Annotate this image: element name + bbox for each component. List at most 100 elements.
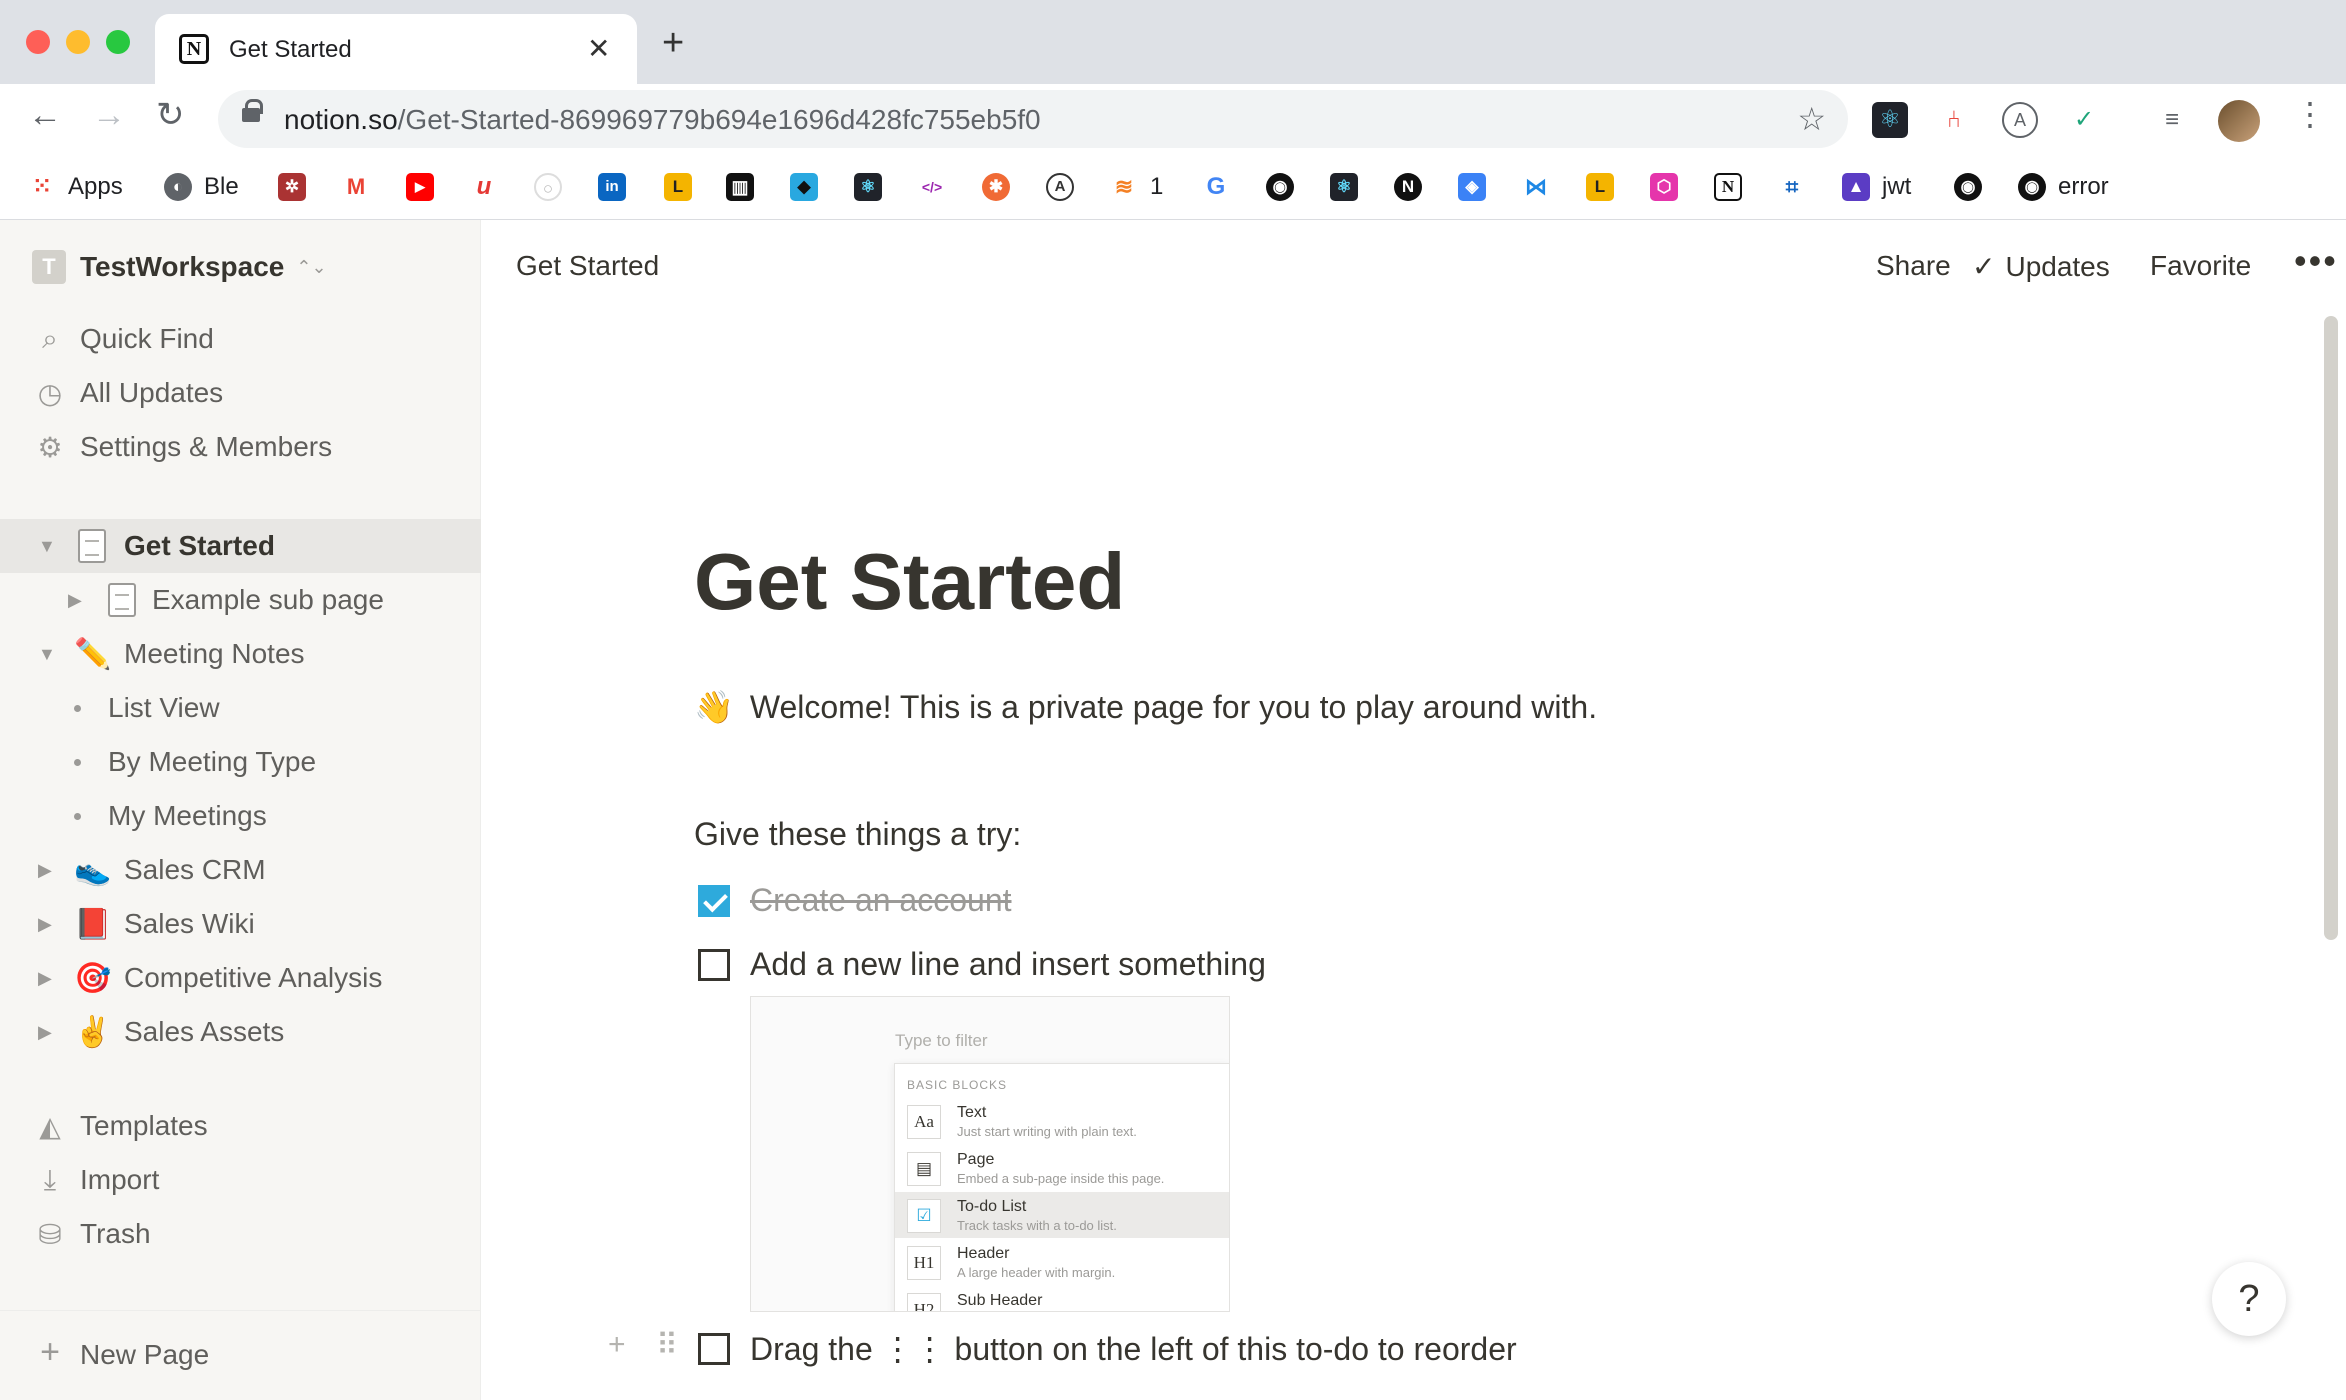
settings-item[interactable]: ⚙ Settings & Members [0,420,481,474]
all-updates-item[interactable]: ◷ All Updates [0,366,481,420]
bookmark-mui[interactable]: ⋈ [1522,170,1562,204]
sidebar-item-label: My Meetings [108,800,267,831]
sidebar-item-example-sub-page[interactable]: ▶ Example sub page [0,573,481,627]
bookmark-code[interactable]: </> [918,170,958,204]
more-options-icon[interactable]: ••• [2294,240,2338,282]
forward-icon[interactable]: → [92,98,126,132]
quick-find-item[interactable]: ⌕ Quick Find [0,312,481,366]
bookmark-react[interactable]: ⚛ [854,170,894,204]
sidebar-item-sales-crm[interactable]: ▶ 👟 Sales CRM [0,843,481,897]
bookmark-cube[interactable]: ◈ [1458,170,1498,204]
bookmark-1[interactable]: ✲ [278,170,318,204]
sidebar-item-sales-assets[interactable]: ▶ ✌️ Sales Assets [0,1005,481,1059]
trash-item[interactable]: ⛁ Trash [0,1207,481,1261]
bookmark-graphql[interactable]: ⬡ [1650,170,1690,204]
scrollbar[interactable] [2324,316,2338,940]
bookmark-trello[interactable]: ▥ [726,170,766,204]
sidebar-item-by-meeting-type[interactable]: By Meeting Type [0,735,481,789]
bookmark-next[interactable]: N [1394,170,1434,204]
import-item[interactable]: ⤓ Import [0,1153,481,1207]
sidebar-item-meeting-notes[interactable]: ▼ ✏️ Meeting Notes [0,627,481,681]
todo-checkbox[interactable] [698,948,730,981]
toggle-closed-icon[interactable]: ▶ [38,860,52,881]
favorite-button[interactable]: Favorite [2150,250,2251,282]
bookmark-star-icon[interactable]: ☆ [1797,100,1826,138]
trash-label: Trash [80,1218,151,1249]
apps-grid-icon: ⁙ [28,173,56,201]
sidebar-item-label: Meeting Notes [124,638,305,669]
share-button[interactable]: Share [1876,250,1951,282]
todo-text[interactable]: Create an account [750,882,1012,919]
bookmark-apps[interactable]: ⁙ Apps [28,170,123,204]
todo-block-icon: ☑ [907,1199,941,1233]
media-queue-icon[interactable]: ≡ [2154,102,2190,138]
profile-avatar[interactable] [2218,100,2260,142]
bookmark-react-2[interactable]: ⚛ [1330,170,1370,204]
workspace-switcher[interactable]: T TestWorkspace ⌃⌄ [32,250,327,284]
bookmark-google[interactable]: G [1202,170,1242,204]
bookmark-stackoverflow[interactable]: ≋ 1 [1110,170,1163,204]
sidebar-item-sales-wiki[interactable]: ▶ 📕 Sales Wiki [0,897,481,951]
toggle-closed-icon[interactable]: ▶ [68,590,82,611]
bookmark-a[interactable]: A [1046,170,1086,204]
toggle-closed-icon[interactable]: ▶ [38,968,52,989]
maximize-window-button[interactable] [106,30,130,54]
bookmark-ble[interactable]: ◐ Ble [164,170,239,204]
breadcrumb[interactable]: Get Started [516,250,659,282]
bookmark-youtube[interactable]: ▶ [406,170,446,204]
page-title[interactable]: Get Started [694,536,1125,628]
bookmark-crop[interactable]: ⌗ [1778,170,1818,204]
back-icon[interactable]: ← [28,98,62,132]
drag-handle-icon[interactable]: ⠿ [656,1328,678,1363]
bookmark-l-2[interactable]: L [1586,170,1626,204]
browser-tab[interactable]: N Get Started ✕ [155,14,637,84]
bookmark-l[interactable]: L [664,170,704,204]
toggle-open-icon[interactable]: ▼ [38,644,56,665]
minimize-window-button[interactable] [66,30,90,54]
welcome-text[interactable]: 👋 Welcome! This is a private page for you… [694,688,1597,726]
todo-checkbox[interactable] [698,1333,730,1365]
todo-text[interactable]: Add a new line and insert something [750,946,1266,983]
tab-strip: N Get Started ✕ + [0,0,2346,84]
bookmark-bird[interactable]: ◆ [790,170,830,204]
header-block-icon: H1 [907,1246,941,1280]
grammar-check-icon[interactable]: ✓ [2066,102,2102,138]
todo-checkbox-checked[interactable] [698,884,730,917]
toggle-closed-icon[interactable]: ▶ [38,914,52,935]
bookmark-u[interactable]: u [470,170,510,204]
bookmark-asterisk[interactable]: ✱ [982,170,1022,204]
reload-icon[interactable]: ↻ [156,98,185,132]
add-block-icon[interactable]: + [608,1328,626,1362]
sidebar-item-get-started[interactable]: ▼ Get Started [0,519,481,573]
react-devtools-icon[interactable]: ⚛ [1872,102,1908,138]
toggle-closed-icon[interactable]: ▶ [38,1022,52,1043]
git-graph-icon[interactable]: ⑃ [1936,102,1972,138]
toggle-open-icon[interactable]: ▼ [38,536,56,557]
bookmark-github-2[interactable]: ◉ [1954,170,1994,204]
tab-close-icon[interactable]: ✕ [587,32,610,65]
bookmark-circle[interactable]: ○ [534,170,574,204]
close-window-button[interactable] [26,30,50,54]
bookmark-notion[interactable]: N [1714,170,1754,204]
bookmark-jwt[interactable]: ▲ jwt [1842,170,1911,204]
new-tab-button[interactable]: + [662,24,684,62]
help-button[interactable]: ? [2212,1262,2286,1336]
sidebar-item-competitive-analysis[interactable]: ▶ 🎯 Competitive Analysis [0,951,481,1005]
templates-label: Templates [80,1110,208,1141]
give-these-text[interactable]: Give these things a try: [694,816,1021,853]
templates-item[interactable]: ◭ Templates [0,1099,481,1153]
bookmark-github[interactable]: ◉ [1266,170,1306,204]
updates-button[interactable]: ✓ Updates [1972,250,2110,283]
new-page-button[interactable]: + New Page [0,1310,481,1400]
bookmark-error[interactable]: ◉ error [2018,170,2109,204]
a-extension-icon[interactable]: A [2002,102,2038,138]
browser-menu-icon[interactable]: ⋮ [2294,98,2326,130]
address-bar[interactable]: notion.so/Get-Started-869969779b694e1696… [218,90,1848,148]
bookmark-linkedin[interactable]: in [598,170,638,204]
sidebar-item-list-view[interactable]: List View [0,681,481,735]
todo-text[interactable]: Drag the ⋮⋮ button on the left of this t… [750,1330,1517,1368]
trash-icon: ⛁ [38,1218,62,1250]
sidebar-item-my-meetings[interactable]: My Meetings [0,789,481,843]
page-topbar: Get Started Share ✓ Updates Favorite ••• [482,220,2346,316]
bookmark-gmail[interactable]: M [342,170,382,204]
